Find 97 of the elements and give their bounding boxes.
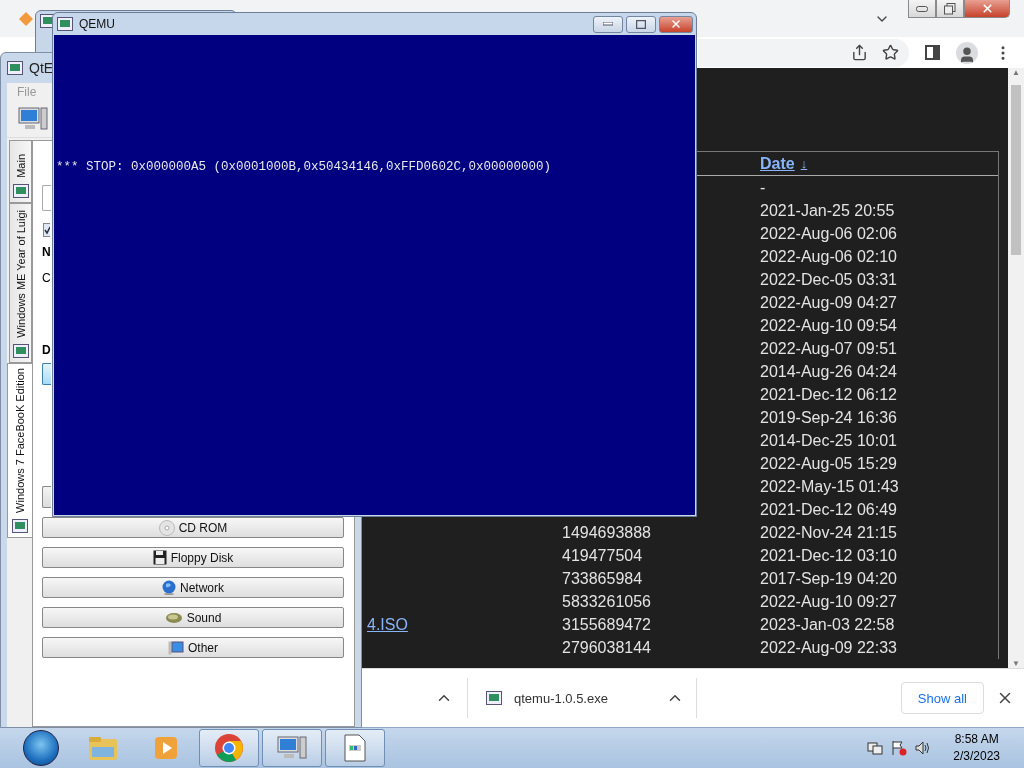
- network-icon[interactable]: [867, 740, 884, 756]
- window-title: QtE: [29, 60, 54, 76]
- date-cell-text: 2022-Aug-06 02:10: [759, 247, 898, 266]
- date-cell-text: 2017-Sep-19 04:20: [759, 569, 898, 588]
- show-all-button[interactable]: Show all: [900, 682, 984, 714]
- scroll-up-arrow[interactable]: ▲: [1012, 68, 1020, 77]
- maximize-button[interactable]: [626, 15, 656, 33]
- installer-icon: [486, 691, 502, 705]
- device-button[interactable]: CD ROM: [42, 517, 344, 538]
- scroll-down-arrow[interactable]: ▼: [1012, 659, 1020, 668]
- date-cell-text: 2022-May-15 01:43: [759, 477, 900, 496]
- taskbar-app[interactable]: [199, 729, 259, 767]
- download-filename: qtemu-1.0.5.exe: [514, 690, 609, 706]
- globe-icon: [162, 580, 176, 595]
- machine-icon: [12, 519, 28, 533]
- date-cell-text: 2022-Aug-09 04:27: [759, 293, 898, 312]
- speaker-icon[interactable]: [915, 740, 932, 756]
- bookmark-star-icon[interactable]: [882, 44, 899, 61]
- date-cell-text: 2023-Jan-03 22:58: [759, 615, 896, 634]
- media-player-icon: [153, 735, 179, 761]
- close-button[interactable]: [659, 15, 693, 33]
- machine-tab[interactable]: Windows ME Year of Luigi: [9, 203, 32, 363]
- section-label: N: [42, 245, 51, 259]
- device-button[interactable]: Other: [42, 637, 344, 658]
- device-button[interactable]: Network: [42, 577, 344, 598]
- device-button[interactable]: [42, 486, 51, 508]
- size-cell-text: 733865984: [561, 569, 644, 588]
- close-icon: [980, 2, 994, 15]
- date-cell-text: 2022-Aug-10 09:27: [759, 592, 898, 611]
- date-cell-text: 2022-Dec-05 03:31: [759, 270, 898, 289]
- computer-icon: [17, 105, 49, 133]
- start-button[interactable]: [23, 730, 59, 766]
- size-cell-text: 2796038144: [561, 638, 652, 657]
- sound-card-icon: [164, 611, 183, 624]
- emulator-screen[interactable]: *** STOP: 0x000000A5 (0x0001000B,0x50434146,0xFFD0602C,0x00000000): [54, 35, 695, 515]
- date-cell-text: 2021-Dec-12 06:12: [759, 385, 898, 404]
- date-cell-text: 2021-Jan-25 20:55: [759, 201, 896, 220]
- folder-icon: [88, 735, 118, 761]
- machine-tab[interactable]: Windows 7 FaceBooK Edition: [7, 363, 32, 538]
- minimize-button[interactable]: [908, 0, 936, 18]
- date-cell-text: -: [759, 178, 767, 197]
- date-cell-text: 2022-Aug-09 22:33: [759, 638, 898, 657]
- taskbar-app[interactable]: [262, 729, 322, 767]
- date-column-header[interactable]: Date: [754, 154, 795, 173]
- clock[interactable]: 8:58 AM 2/3/2023: [953, 731, 1000, 765]
- file-link[interactable]: 4.ISO: [361, 615, 556, 634]
- size-cell-text: 1494693888: [561, 523, 652, 542]
- device-button[interactable]: Sound: [42, 607, 344, 628]
- maximize-icon: [636, 19, 646, 29]
- window-title: QEMU: [79, 17, 116, 31]
- date-cell-text: 2022-Aug-07 09:51: [759, 339, 898, 358]
- close-button[interactable]: [964, 0, 1010, 18]
- profile-avatar[interactable]: [956, 41, 978, 64]
- download-item[interactable]: qtemu-1.0.5.exe: [468, 678, 697, 718]
- minimize-icon: [603, 22, 613, 26]
- monitor-icon: [168, 640, 184, 655]
- input-field[interactable]: [42, 185, 51, 211]
- computer-icon: [276, 734, 308, 762]
- minimize-button[interactable]: [593, 15, 623, 33]
- machine-icon: [12, 184, 29, 198]
- date-cell-text: 2014-Aug-26 04:24: [759, 362, 898, 381]
- restore-button[interactable]: [936, 0, 964, 18]
- date-cell-text: 2021-Dec-12 03:10: [759, 546, 898, 565]
- date-cell-text: 2022-Aug-06 02:06: [759, 224, 898, 243]
- checkbox[interactable]: [43, 223, 50, 237]
- close-icon: [670, 18, 682, 30]
- scrollbar-thumb[interactable]: [1011, 85, 1021, 255]
- machine-tab[interactable]: Main: [9, 140, 32, 203]
- size-cell-text: 3155689472: [561, 615, 652, 634]
- option-label: C: [42, 271, 51, 285]
- device-button[interactable]: Floppy Disk: [42, 547, 344, 568]
- scrollbar[interactable]: ▲ ▼: [1008, 68, 1024, 668]
- date-cell-text: 2014-Dec-25 10:01: [759, 431, 898, 450]
- start-machine-button[interactable]: [42, 363, 51, 385]
- disc-icon: [158, 519, 175, 536]
- section-label: D: [42, 343, 51, 357]
- restore-icon: [944, 2, 956, 15]
- date-cell-text: 2022-Aug-10 09:54: [759, 316, 898, 335]
- date-cell-text: 2021-Dec-12 06:49: [759, 500, 898, 519]
- taskbar-app[interactable]: [325, 729, 385, 767]
- document-icon: [344, 734, 366, 762]
- machine-icon: [12, 344, 29, 358]
- date-cell-text: 2022-Nov-24 21:15: [759, 523, 898, 542]
- date-cell-text: 2022-Aug-05 15:29: [759, 454, 898, 473]
- share-icon[interactable]: [851, 44, 868, 61]
- chrome-icon: [214, 733, 244, 763]
- floppy-icon: [152, 550, 167, 565]
- side-panel-icon[interactable]: [925, 45, 940, 60]
- size-cell-text: 419477504: [561, 546, 644, 565]
- minimize-icon: [916, 5, 928, 12]
- date-cell-text: 2019-Sep-24 16:36: [759, 408, 898, 427]
- sort-indicator[interactable]: ↓: [800, 156, 808, 171]
- stop-error-text: *** STOP: 0x000000A5 (0x0001000B,0x50434146,0xFFD0602C,0x00000000): [56, 160, 552, 174]
- flag-icon[interactable]: [891, 740, 908, 756]
- size-cell-text: 5833261056: [561, 592, 652, 611]
- app-icon: [7, 61, 23, 75]
- app-icon: [57, 17, 73, 31]
